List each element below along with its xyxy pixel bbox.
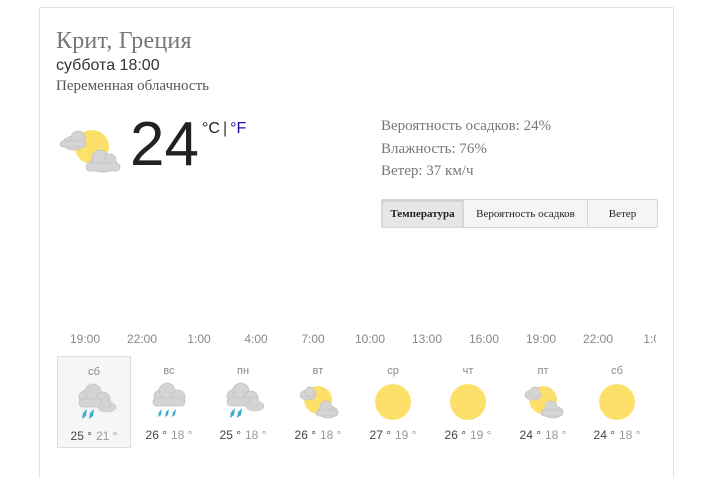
hour-label: 1:00 [643,332,656,346]
temp-low: 18 ° [619,428,641,442]
precip-chance: Вероятность осадков: 24% [381,118,552,134]
weather-condition: Переменная облачность [56,78,209,94]
tab-wind[interactable]: Ветер [587,200,657,227]
daily-forecast: сб 25 ° 21 ° вс 26 ° 18 ° пн 25 ° 18 ° в… [56,356,656,451]
sun-icon [371,382,415,422]
unit-switch: °C | °F [202,120,246,138]
hour-label: 16:00 [468,332,500,346]
day-name: ср [387,365,399,377]
hour-label: 19:00 [525,332,557,346]
tab-temperature[interactable]: Температура [382,200,463,227]
temp-high: 24 ° [519,428,541,442]
rain-cloud-icon [221,382,265,422]
fahrenheit-link[interactable]: °F [230,120,246,137]
tab-precipitation[interactable]: Вероятность осадков [463,200,587,227]
temp-low: 18 ° [171,428,193,442]
hour-axis: 19:00 22:00 1:00 4:00 7:00 10:00 13:00 1… [56,332,656,352]
day-temps: 26 ° 18 ° [281,428,355,442]
weather-card: Крит, Греция суббота 18:00 Переменная об… [39,7,674,478]
day-name: чт [462,365,474,377]
day-forecast[interactable]: пт 24 ° 18 ° [506,356,580,448]
day-temps: 24 ° 18 ° [506,428,580,442]
partly-cloudy-icon [521,382,565,422]
day-forecast[interactable]: пн 25 ° 18 ° [206,356,280,448]
temp-low: 19 ° [470,428,492,442]
day-temps: 25 ° 21 ° [58,429,130,443]
temp-low: 18 ° [545,428,567,442]
temp-low: 18 ° [245,428,267,442]
day-temps: 24 ° 18 ° [580,428,654,442]
hour-label: 22:00 [582,332,614,346]
temp-high: 26 ° [444,428,466,442]
current-temperature: 24 [130,110,199,179]
hour-label: 19:00 [69,332,101,346]
unit-separator: | [222,120,228,137]
day-forecast[interactable]: вт 26 ° 18 ° [281,356,355,448]
day-name: вт [312,365,324,377]
hour-label: 4:00 [244,332,268,346]
day-name: пн [236,365,250,377]
hour-label: 22:00 [126,332,158,346]
day-forecast[interactable]: ср 27 ° 19 ° [356,356,430,448]
rain-cloud-icon [73,383,117,423]
day-forecast[interactable]: вс 26 ° 18 ° [132,356,206,448]
location-title: Крит, Греция [56,28,192,54]
temp-high: 25 ° [219,428,241,442]
wind: Ветер: 37 км/ч [381,163,474,179]
day-temps: 27 ° 19 ° [356,428,430,442]
partly-cloudy-icon [56,125,122,175]
day-forecast[interactable]: сб 25 ° 21 ° [57,356,131,448]
hour-label: 1:00 [187,332,211,346]
partly-cloudy-icon [296,382,340,422]
date-time: суббота 18:00 [56,57,160,74]
hour-label: 7:00 [301,332,325,346]
sun-icon [446,382,490,422]
temp-high: 25 ° [70,429,92,443]
hour-label: 13:00 [411,332,443,346]
celsius-unit[interactable]: °C [202,120,220,137]
humidity: Влажность: 76% [381,141,487,157]
temp-low: 19 ° [395,428,417,442]
chart-tabs: Температура Вероятность осадков Ветер [381,199,658,228]
sun-icon [595,382,639,422]
temp-low: 21 ° [96,429,118,443]
day-name: сб [611,365,623,377]
temp-low: 18 ° [320,428,342,442]
day-name: пт [537,365,549,377]
day-temps: 26 ° 19 ° [431,428,505,442]
day-name: сб [88,366,100,378]
temp-high: 27 ° [369,428,391,442]
hour-label: 10:00 [354,332,386,346]
day-forecast[interactable]: чт 26 ° 19 ° [431,356,505,448]
rain-cloud-icon [147,382,191,422]
temp-high: 26 ° [145,428,167,442]
temp-high: 26 ° [294,428,316,442]
day-temps: 26 ° 18 ° [132,428,206,442]
temp-high: 24 ° [593,428,615,442]
day-name: вс [163,365,175,377]
day-temps: 25 ° 18 ° [206,428,280,442]
day-forecast[interactable]: сб 24 ° 18 ° [580,356,654,448]
